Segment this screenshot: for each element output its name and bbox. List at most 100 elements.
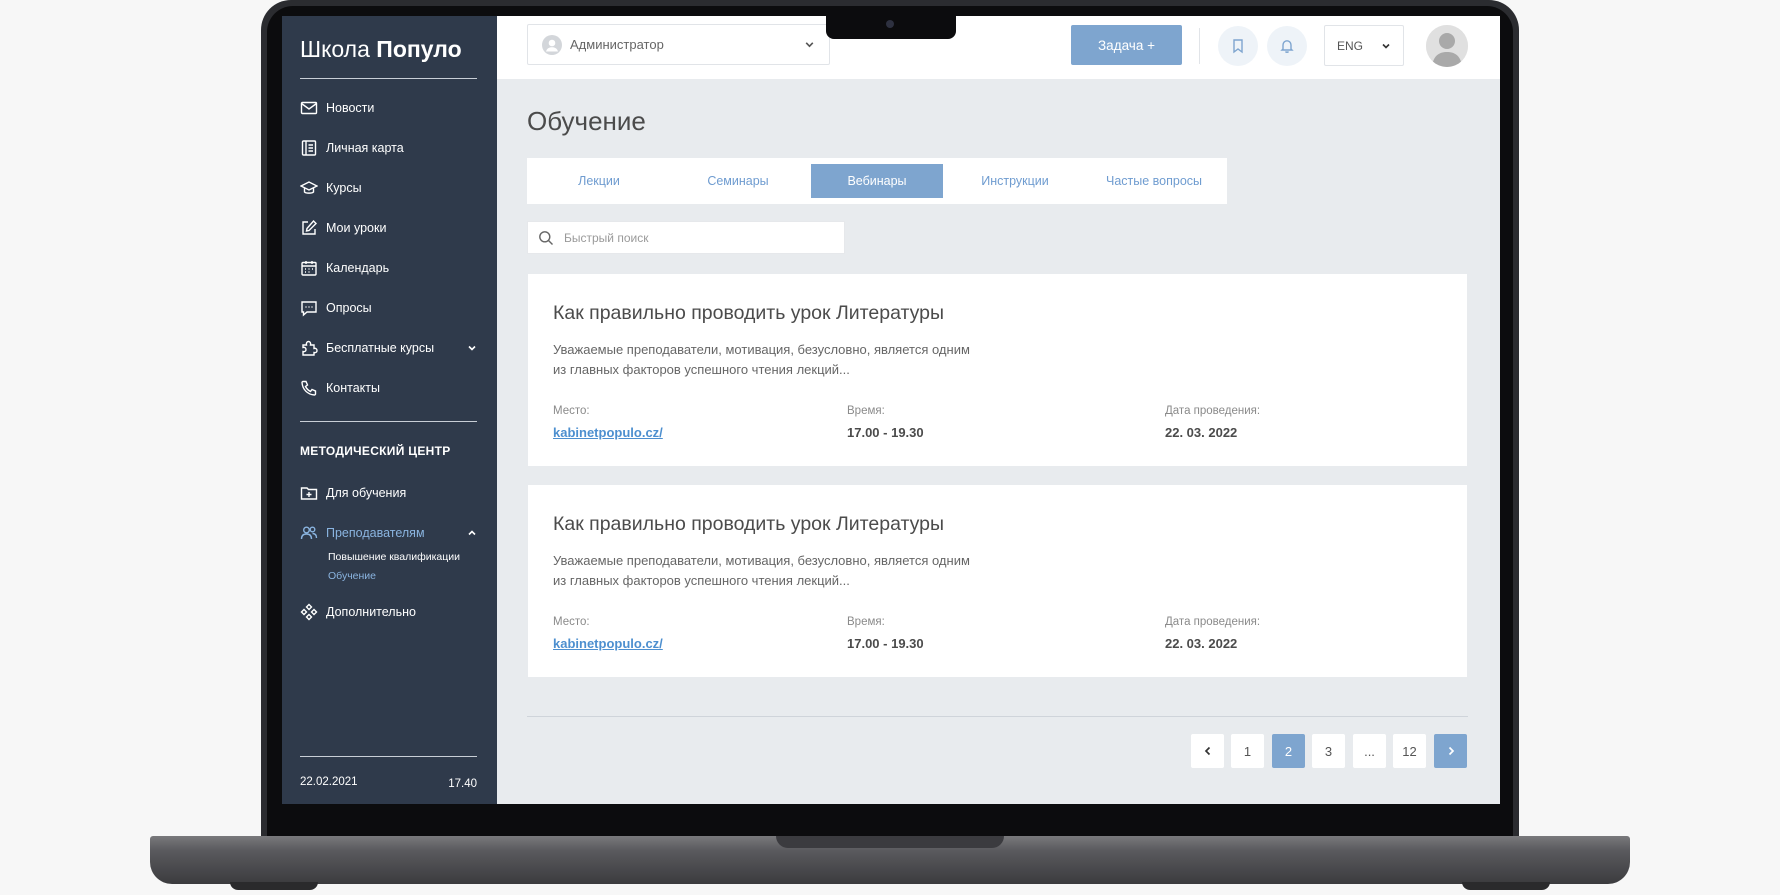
card-time-value: 17.00 - 19.30 [847, 636, 924, 651]
tab-seminars[interactable]: Семинары [672, 164, 804, 198]
sidebar-item-surveys[interactable]: Опросы [300, 298, 477, 318]
folder-plus-icon [300, 487, 318, 500]
chat-icon [301, 301, 317, 317]
card-time-label: Время: [847, 616, 885, 628]
phone-icon [301, 380, 317, 396]
app-screen: Школа Популо Новости Личная карта Курсы … [282, 16, 1500, 804]
card-date-label: Дата проведения: [1165, 405, 1261, 417]
camera-icon [886, 20, 894, 28]
sidebar-item-free-courses[interactable]: Бесплатные курсы [300, 338, 477, 358]
webinar-card: Как правильно проводить урок Литературы … [528, 274, 1467, 466]
card-description: Уважаемые преподаватели, мотивация, безу… [553, 342, 970, 377]
search-box [527, 221, 845, 254]
sidebar-item-label: Дополнительно [326, 605, 416, 619]
sidebar-item-contacts[interactable]: Контакты [300, 378, 477, 398]
language-select-value: ENG [1337, 38, 1364, 53]
sidebar-item-courses[interactable]: Курсы [300, 178, 477, 198]
sidebar-item-label: Личная карта [326, 141, 404, 155]
bell-icon [1280, 40, 1294, 53]
sidebar-item-my-lessons[interactable]: Мои уроки [300, 218, 477, 238]
language-select[interactable]: ENG [1324, 25, 1404, 66]
sidebar-date: 22.02.2021 [300, 776, 358, 788]
pagination-ellipsis: ... [1353, 734, 1386, 768]
chevron-left-icon [1204, 746, 1210, 756]
sidebar-item-additional[interactable]: Дополнительно [300, 602, 477, 622]
sidebar-item-label: Для обучения [326, 486, 407, 500]
sidebar-divider [300, 421, 477, 422]
tab-lectures[interactable]: Лекции [533, 164, 665, 198]
laptop-opening-groove [776, 836, 1004, 848]
bookmark-button[interactable] [1218, 26, 1258, 66]
avatar[interactable] [1426, 25, 1468, 67]
card-place-link[interactable]: kabinetpopulo.cz/ [553, 636, 663, 651]
card-time-value: 17.00 - 19.30 [847, 425, 924, 440]
sidebar-item-label: Мои уроки [326, 221, 387, 235]
card-place-link[interactable]: kabinetpopulo.cz/ [553, 425, 663, 440]
sidebar-item-label: Курсы [326, 181, 362, 195]
bookmark-icon [1233, 39, 1243, 54]
sidebar-item-teachers[interactable]: Преподавателям [300, 523, 477, 543]
user-icon [542, 34, 562, 55]
tab-instructions[interactable]: Инструкции [949, 164, 1081, 198]
sidebar-item-label: Новости [326, 101, 375, 115]
user-avatar-icon [1426, 25, 1468, 67]
search-input[interactable] [562, 229, 832, 246]
brand-name-light: Школа [300, 36, 370, 62]
notifications-button[interactable] [1267, 26, 1307, 66]
card-time-label: Время: [847, 405, 885, 417]
tab-faq[interactable]: Частые вопросы [1088, 164, 1220, 198]
sidebar-subitem-training[interactable]: Обучение [328, 570, 376, 582]
sidebar-item-label: Опросы [326, 301, 372, 315]
chevron-down-icon[interactable] [467, 343, 477, 353]
pagination-page-current[interactable]: 2 [1272, 734, 1305, 768]
edit-icon [302, 219, 317, 235]
sidebar-time: 17.40 [448, 778, 477, 790]
role-select-value: Администратор [570, 37, 664, 52]
brand-logo[interactable]: Школа Популо [300, 36, 462, 63]
sidebar-divider [300, 756, 477, 757]
chevron-down-icon [805, 42, 814, 48]
card-title[interactable]: Как правильно проводить урок Литературы [553, 302, 944, 325]
sidebar-item-label: Бесплатные курсы [326, 341, 435, 355]
page-title: Обучение [527, 106, 646, 136]
add-task-button[interactable]: Задача + [1071, 25, 1182, 65]
role-select[interactable]: Администратор [527, 24, 830, 65]
card-date-value: 22. 03. 2022 [1165, 636, 1238, 651]
topbar-divider [1199, 28, 1200, 64]
section-title-methodical-center: МЕТОДИЧЕСКИЙ ЦЕНТР [300, 444, 451, 458]
sidebar-subitem-qualification[interactable]: Повышение квалификации [328, 551, 460, 563]
tabs: Лекции Семинары Вебинары Инструкции Част… [527, 158, 1227, 204]
chevron-right-icon [1448, 746, 1454, 756]
tab-webinars[interactable]: Вебинары [811, 164, 943, 198]
mail-icon [300, 101, 318, 115]
pagination-divider [527, 716, 1468, 717]
chevron-up-icon[interactable] [467, 528, 477, 538]
pagination-page[interactable]: 1 [1231, 734, 1264, 768]
card-title[interactable]: Как правильно проводить урок Литературы [553, 513, 944, 536]
calendar-icon [301, 261, 317, 276]
sidebar-item-for-learning[interactable]: Для обучения [300, 483, 477, 503]
card-description: Уважаемые преподаватели, мотивация, безу… [553, 553, 970, 588]
sidebar-item-label: Контакты [326, 381, 380, 395]
graduation-cap-icon [300, 181, 318, 194]
laptop-foot [1462, 882, 1550, 890]
sidebar-item-calendar[interactable]: Календарь [300, 258, 477, 278]
pagination-next-button[interactable] [1434, 734, 1467, 768]
pagination-page[interactable]: 12 [1393, 734, 1426, 768]
notebook-icon [301, 140, 317, 156]
pagination-page[interactable]: 3 [1312, 734, 1345, 768]
pagination-prev-button[interactable] [1191, 734, 1224, 768]
sidebar-divider [300, 78, 477, 79]
topbar: Администратор Задача + ENG [497, 16, 1500, 79]
sidebar-item-label: Календарь [326, 261, 390, 275]
chevron-down-icon [1382, 43, 1390, 49]
grid-diamond-icon [300, 603, 318, 621]
card-date-value: 22. 03. 2022 [1165, 425, 1238, 440]
card-date-label: Дата проведения: [1165, 616, 1261, 628]
sidebar-item-personal-card[interactable]: Личная карта [300, 138, 477, 158]
webinar-card: Как правильно проводить урок Литературы … [528, 485, 1467, 677]
users-icon [300, 526, 318, 540]
card-place-label: Место: [553, 405, 590, 417]
search-icon [539, 230, 553, 245]
sidebar-item-news[interactable]: Новости [300, 98, 477, 118]
